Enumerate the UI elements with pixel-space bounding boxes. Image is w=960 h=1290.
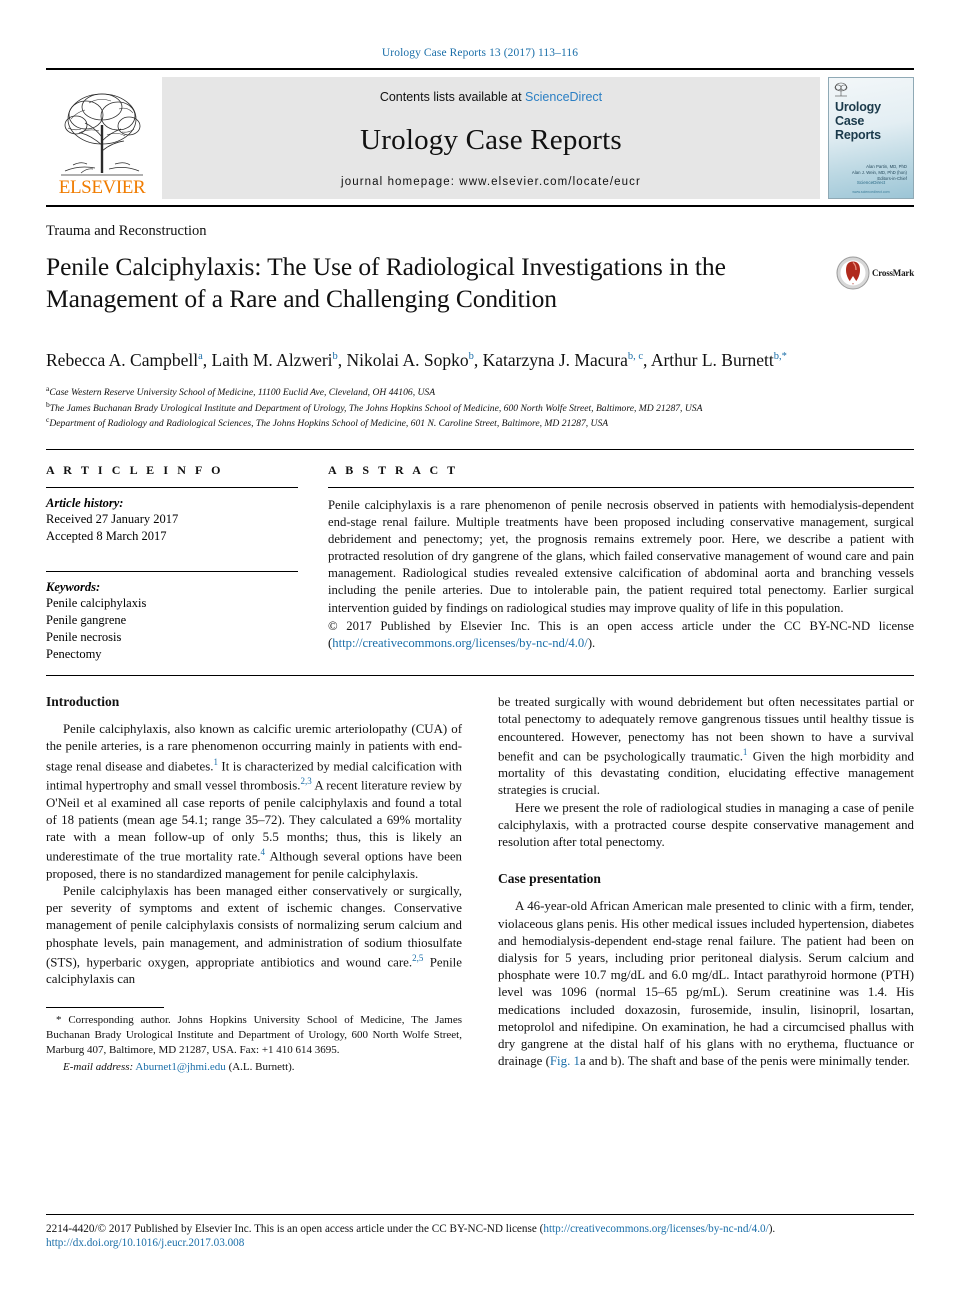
abstract-text: Penile calciphylaxis is a rare phenomeno… — [328, 498, 914, 615]
keywords-block: Keywords: Penile calciphylaxis Penile ga… — [46, 571, 298, 663]
crossmark-badge[interactable]: CrossMark — [836, 256, 914, 290]
abstract-column: A B S T R A C T Penile calciphylaxis is … — [328, 463, 914, 663]
affiliation-b: bThe James Buchanan Brady Urological Ins… — [46, 400, 914, 416]
page-footer: 2214-4420/© 2017 Published by Elsevier I… — [46, 1213, 914, 1249]
info-abstract-block: A R T I C L E I N F O Article history: R… — [46, 463, 914, 663]
cover-journal-name: Urology Case Reports — [835, 100, 881, 142]
article-info-rule — [46, 487, 298, 489]
footer-doi-link[interactable]: http://dx.doi.org/10.1016/j.eucr.2017.03… — [46, 1237, 914, 1249]
info-top-rule — [46, 449, 914, 451]
email-link[interactable]: Aburnet1@jhmi.edu — [135, 1061, 225, 1073]
keyword-item: Penile necrosis — [46, 630, 122, 645]
affiliation-c: cDepartment of Radiology and Radiologica… — [46, 415, 914, 431]
case-p1-part-a: A 46-year-old African American male pres… — [498, 899, 914, 1069]
masthead-bottom-rule — [46, 205, 914, 207]
abstract-bottom-rule — [46, 675, 914, 677]
elsevier-logo: ELSEVIER — [46, 77, 158, 199]
body-column-left: Introduction Penile calciphylaxis, also … — [46, 694, 462, 1075]
intro-paragraph-continued: be treated surgically with wound debride… — [498, 694, 914, 800]
email-owner: (A.L. Burnett). — [228, 1060, 295, 1073]
footer-rule — [46, 1213, 914, 1215]
affiliation-text-b: The James Buchanan Brady Urological Inst… — [49, 402, 703, 414]
case-paragraph-1: A 46-year-old African American male pres… — [498, 898, 914, 1070]
section-kicker: Trauma and Reconstruction — [46, 223, 207, 239]
footer-copyright: 2214-4420/© 2017 Published by Elsevier I… — [46, 1221, 914, 1237]
keyword-item: Penile gangrene — [46, 613, 127, 628]
paper-page: Urology Case Reports 13 (2017) 113–116 E… — [0, 0, 960, 1290]
affiliation-a: aCase Western Reserve University School … — [46, 384, 914, 400]
email-label: E-mail address: — [63, 1060, 134, 1073]
keywords-label: Keywords: — [46, 580, 101, 595]
license-link[interactable]: http://creativecommons.org/licenses/by-n… — [332, 636, 588, 650]
footer-copyright-prefix: 2214-4420/© 2017 Published by Elsevier I… — [46, 1222, 544, 1235]
article-received: Received 27 January 2017 — [46, 512, 179, 527]
corresponding-email-line: E-mail address: Aburnet1@jhmi.edu (A.L. … — [46, 1060, 462, 1075]
author-list: Rebecca A. Campbella, Laith M. Alzwerib,… — [46, 350, 787, 371]
keyword-item: Penectomy — [46, 647, 102, 662]
heading-introduction: Introduction — [46, 694, 120, 710]
elsevier-tree-icon — [61, 93, 143, 176]
affiliations-list: aCase Western Reserve University School … — [46, 384, 914, 431]
figure-link[interactable]: Fig. 1 — [550, 1054, 580, 1068]
journal-cover-thumbnail[interactable]: Urology Case Reports Alan Partin, MD, Ph… — [828, 77, 914, 199]
crossmark-label: CrossMark — [871, 268, 914, 278]
body-column-right: be treated surgically with wound debride… — [498, 694, 914, 1075]
copyright-suffix: ). — [587, 635, 596, 650]
contents-prefix: Contents lists available at — [379, 90, 526, 104]
cover-url: www.sciencedirect.com — [852, 190, 890, 194]
heading-case-presentation: Case presentation — [498, 871, 601, 887]
corresponding-rule — [46, 1006, 164, 1008]
sciencedirect-link[interactable]: ScienceDirect — [525, 90, 602, 104]
affiliation-text-c: Department of Radiology and Radiological… — [49, 418, 609, 430]
article-info-column: A R T I C L E I N F O Article history: R… — [46, 463, 298, 663]
intro-paragraph-1: Penile calciphylaxis, also known as calc… — [46, 721, 462, 883]
cover-title-line-3: Reports — [835, 128, 881, 142]
running-head: Urology Case Reports 13 (2017) 113–116 — [381, 47, 579, 59]
keyword-item: Penile calciphylaxis — [46, 596, 147, 611]
title-row: Penile Calciphylaxis: The Use of Radiolo… — [46, 240, 914, 332]
corresponding-address: * Corresponding author. Johns Hopkins Un… — [46, 1013, 462, 1056]
cover-title-line-1: Urology — [835, 100, 881, 114]
abstract-rule — [328, 487, 914, 489]
journal-masthead: ELSEVIER Contents lists available at Sci… — [46, 77, 914, 199]
body-columns: Introduction Penile calciphylaxis, also … — [46, 694, 914, 1075]
corresponding-author-note: * Corresponding author. Johns Hopkins Un… — [46, 1006, 462, 1075]
intro-p2-part-a: Penile calciphylaxis has been managed ei… — [46, 883, 462, 970]
abstract-copyright: © 2017 Published by Elsevier Inc. This i… — [328, 618, 914, 652]
abstract-heading: A B S T R A C T — [328, 463, 459, 478]
article-accepted: Accepted 8 March 2017 — [46, 529, 167, 544]
cover-sciencedirect-label: ScienceDirect — [856, 180, 886, 185]
article-history-label: Article history: — [46, 496, 124, 511]
citation-ref[interactable]: 2,5 — [412, 953, 423, 963]
citation-ref[interactable]: 2,3 — [301, 776, 312, 786]
intro-paragraph-2: Penile calciphylaxis has been managed ei… — [46, 883, 462, 989]
cover-elsevier-icon — [834, 82, 848, 97]
elsevier-wordmark: ELSEVIER — [58, 177, 146, 198]
masthead-top-rule — [46, 68, 914, 70]
journal-homepage[interactable]: journal homepage: www.elsevier.com/locat… — [341, 176, 641, 188]
footer-license-link[interactable]: http://creativecommons.org/licenses/by-n… — [543, 1223, 768, 1235]
cover-title-line-2: Case — [835, 114, 865, 128]
journal-title: Urology Case Reports — [360, 123, 622, 156]
contents-available-line: Contents lists available at ScienceDirec… — [380, 90, 602, 104]
intro-paragraph-3: Here we present the role of radiological… — [498, 800, 914, 850]
keywords-rule — [46, 571, 298, 573]
case-p1-part-b: a and b). The shaft and base of the peni… — [579, 1054, 910, 1069]
crossmark-icon — [836, 256, 870, 290]
page-title: Penile Calciphylaxis: The Use of Radiolo… — [46, 252, 726, 314]
footer-copyright-suffix: ). — [768, 1222, 776, 1235]
affiliation-text-a: Case Western Reserve University School o… — [49, 386, 436, 398]
masthead-center: Contents lists available at ScienceDirec… — [162, 77, 820, 199]
article-info-heading: A R T I C L E I N F O — [46, 463, 224, 478]
